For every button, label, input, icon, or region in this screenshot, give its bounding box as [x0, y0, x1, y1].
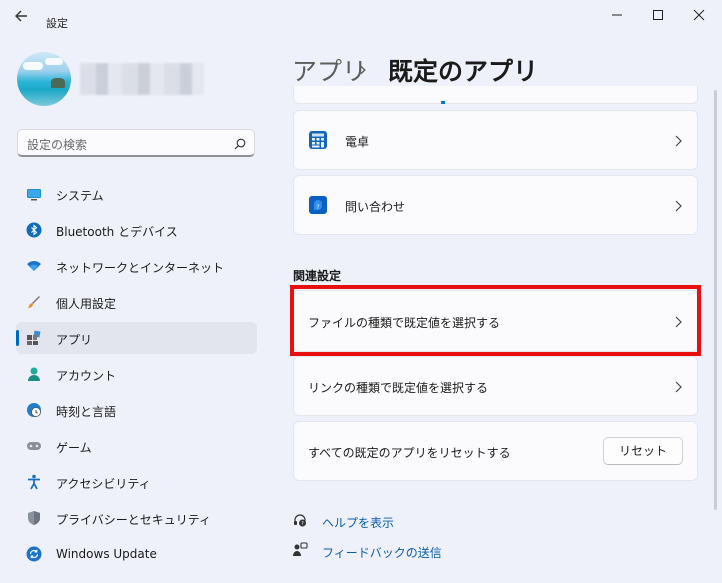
maximize-button[interactable]: [645, 4, 671, 26]
accessibility-icon: [26, 474, 42, 490]
sidebar-label-privacy: プライバシーとセキュリティ: [56, 513, 212, 527]
link-type-label: リンクの種類で既定値を選択する: [308, 381, 489, 395]
breadcrumb-separator: ›: [359, 57, 367, 81]
profile-name-obscured: [80, 63, 204, 95]
reset-description: すべての既定のアプリをリセットする: [308, 446, 511, 460]
bluetooth-icon: [26, 222, 42, 238]
shield-icon: [26, 510, 42, 526]
sidebar-item-time-language[interactable]: [16, 394, 257, 426]
sidebar-item-personalization[interactable]: [16, 286, 257, 318]
sidebar-label-windows-update: Windows Update: [56, 547, 157, 561]
help-icon: ?: [292, 512, 308, 528]
chevron-right-icon: [673, 199, 683, 213]
close-button[interactable]: [686, 4, 712, 26]
window-title: 設定: [46, 17, 68, 30]
sidebar-label-system: システム: [56, 189, 104, 203]
update-icon: [26, 546, 42, 562]
apps-icon: [26, 330, 42, 346]
sidebar-label-apps: アプリ: [56, 333, 93, 347]
sidebar-item-gaming[interactable]: [16, 430, 257, 462]
sidebar-label-gaming: ゲーム: [56, 441, 92, 455]
active-indicator: [16, 330, 19, 346]
sidebar-label-network: ネットワークとインターネット: [56, 261, 225, 275]
reset-button[interactable]: リセット: [603, 437, 683, 465]
page-title: 既定のアプリ: [388, 57, 539, 86]
chevron-right-icon: [673, 380, 683, 394]
red-highlight-box: [290, 285, 701, 356]
sidebar-item-apps[interactable]: [16, 322, 257, 354]
wifi-icon: [26, 258, 42, 274]
help-link[interactable]: ヘルプを表示: [322, 514, 394, 531]
breadcrumb-parent[interactable]: アプリ: [292, 52, 367, 88]
monitor-icon: [26, 186, 42, 202]
card-partial-icon: [441, 101, 445, 104]
gamepad-icon: [26, 438, 42, 454]
svg-text:?: ?: [301, 521, 304, 527]
search-placeholder: 設定の検索: [27, 138, 88, 152]
back-arrow-icon[interactable]: [12, 6, 32, 26]
clock-globe-icon: [26, 402, 42, 418]
svg-text:?: ?: [316, 204, 319, 211]
calculator-icon: [308, 130, 328, 150]
minimize-button[interactable]: [604, 4, 630, 26]
previous-card-partial: [293, 86, 698, 104]
help-contact-icon: ?: [308, 195, 328, 215]
sidebar-label-personalization: 個人用設定: [56, 297, 117, 311]
avatar[interactable]: [17, 52, 71, 106]
brush-icon: [26, 294, 42, 310]
chevron-right-icon: [673, 134, 683, 148]
sidebar-label-accessibility: アクセシビリティ: [56, 477, 151, 491]
feedback-icon: [292, 542, 308, 558]
sidebar-label-bluetooth: Bluetooth とデバイス: [56, 225, 178, 239]
scrollbar[interactable]: [714, 90, 717, 510]
related-settings-heading: 関連設定: [293, 269, 342, 283]
sidebar-label-accounts: アカウント: [56, 369, 117, 383]
app-label-contact: 問い合わせ: [345, 200, 406, 214]
sidebar-label-time-language: 時刻と言語: [56, 405, 117, 419]
sidebar-item-accounts[interactable]: [16, 358, 257, 390]
person-icon: [26, 366, 42, 382]
feedback-link[interactable]: フィードバックの送信: [322, 544, 442, 561]
app-label-calculator: 電卓: [345, 135, 370, 149]
search-icon[interactable]: [233, 136, 247, 150]
sidebar-item-system[interactable]: [16, 178, 257, 210]
